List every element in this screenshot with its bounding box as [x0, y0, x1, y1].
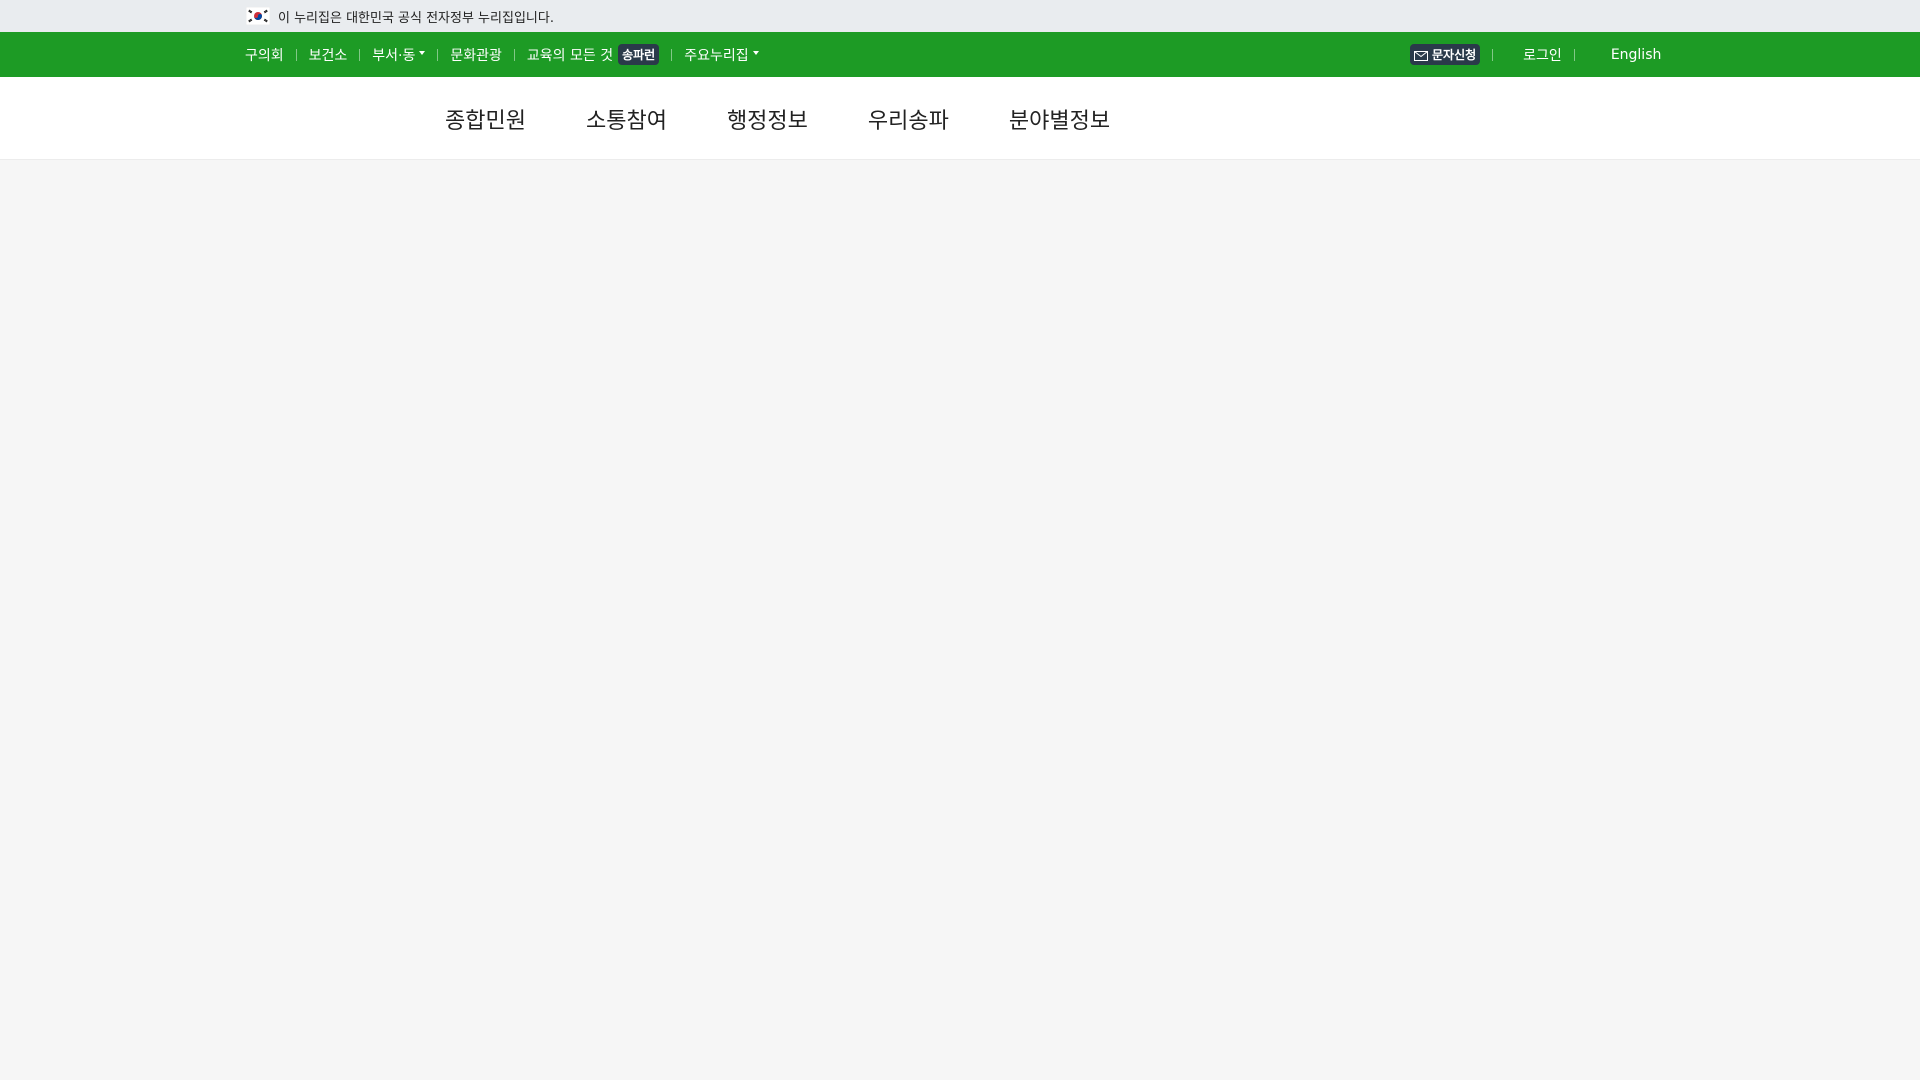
main-navigation: 종합민원 소통참여 행정정보 우리송파 분야별정보	[0, 77, 1920, 160]
divider	[1573, 48, 1575, 61]
korea-flag-icon	[245, 6, 271, 26]
english-link[interactable]: English	[1611, 47, 1662, 63]
dropdown-main-sites-label: 주요누리집	[684, 47, 749, 64]
divider	[437, 48, 439, 61]
divider	[1492, 48, 1494, 61]
dropdown-main-sites[interactable]: 주요누리집	[684, 45, 759, 65]
utility-bar: 구의회 보건소 부서·동 문화관광 교육의 모든 것 송파런 주요누리집 문자신…	[0, 32, 1920, 77]
caret-down-icon	[419, 50, 426, 55]
menu-field-info[interactable]: 분야별정보	[1009, 103, 1110, 135]
gov-notice: 이 누리집은 대한민국 공식 전자정부 누리집입니다.	[245, 0, 554, 32]
main-menu: 종합민원 소통참여 행정정보 우리송파 분야별정보	[445, 77, 1110, 160]
songpa-learn-badge: 송파런	[618, 44, 660, 65]
utility-links: 구의회 보건소 부서·동 문화관광 교육의 모든 것 송파런 주요누리집	[245, 32, 759, 77]
divider	[671, 48, 673, 61]
gov-notice-text: 이 누리집은 대한민국 공식 전자정부 누리집입니다.	[278, 10, 554, 26]
utility-right: 문자신청 로그인 English	[1410, 32, 1661, 77]
sms-subscribe-button[interactable]: 문자신청	[1410, 44, 1481, 65]
link-education-label: 교육의 모든 것	[526, 47, 614, 64]
dropdown-departments-label: 부서·동	[372, 47, 416, 64]
menu-administration[interactable]: 행정정보	[727, 103, 808, 135]
menu-participation[interactable]: 소통참여	[586, 103, 667, 135]
menu-civil-service[interactable]: 종합민원	[445, 103, 526, 135]
dropdown-departments[interactable]: 부서·동	[372, 45, 426, 65]
caret-down-icon	[752, 50, 759, 55]
link-culture-tourism[interactable]: 문화관광	[450, 45, 502, 65]
link-district-council[interactable]: 구의회	[245, 45, 284, 65]
sms-subscribe-label: 문자신청	[1432, 48, 1477, 62]
link-education[interactable]: 교육의 모든 것 송파런	[526, 44, 660, 65]
divider	[513, 48, 515, 61]
mail-icon	[1414, 50, 1428, 61]
link-health-center[interactable]: 보건소	[309, 45, 348, 65]
divider	[295, 48, 297, 61]
menu-our-songpa[interactable]: 우리송파	[868, 103, 949, 135]
gov-notice-bar: 이 누리집은 대한민국 공식 전자정부 누리집입니다.	[0, 0, 1920, 32]
divider	[359, 48, 361, 61]
login-link[interactable]: 로그인	[1523, 45, 1562, 65]
